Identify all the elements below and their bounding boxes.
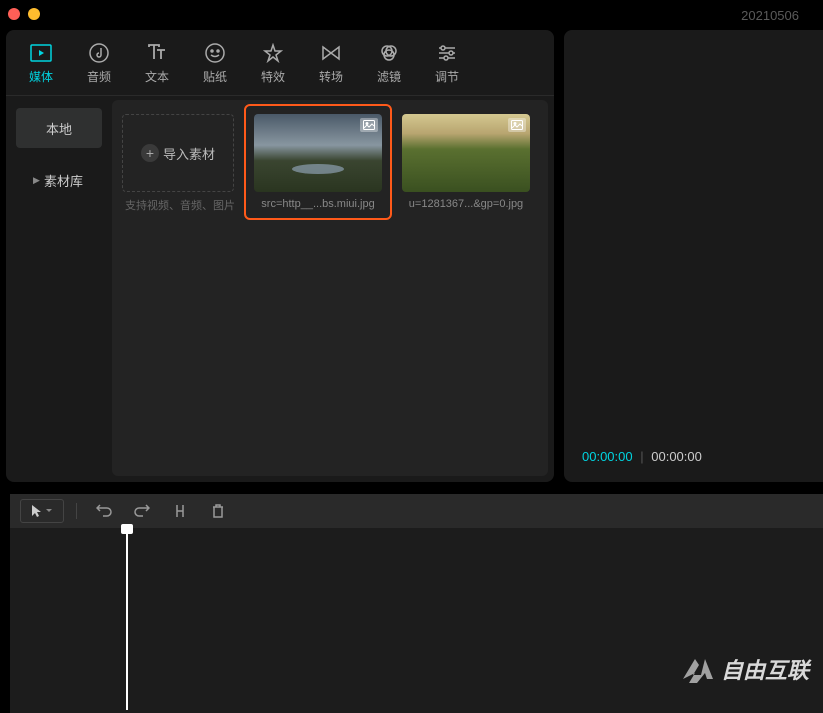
minimize-window-button[interactable] xyxy=(28,8,40,20)
close-window-button[interactable] xyxy=(8,8,20,20)
tab-label: 文本 xyxy=(145,68,169,85)
watermark-text: 自由互联 xyxy=(721,653,809,685)
media-grid: + 导入素材 支持视频、音频、图片 src=http__...bs.miui.j… xyxy=(112,100,548,476)
audio-icon xyxy=(88,42,110,64)
split-button[interactable] xyxy=(165,499,195,523)
sticker-icon xyxy=(204,42,226,64)
sidebar-item-label: 素材库 xyxy=(44,171,83,190)
tab-label: 特效 xyxy=(261,68,285,85)
watermark-icon xyxy=(681,655,715,683)
media-sidebar: 本地 ▶ 素材库 xyxy=(6,96,112,482)
adjust-icon xyxy=(436,42,458,64)
timeline-toolbar xyxy=(10,494,823,528)
sidebar-item-label: 本地 xyxy=(46,119,72,138)
sidebar-item-library[interactable]: ▶ 素材库 xyxy=(16,160,102,200)
tab-label: 转场 xyxy=(319,68,343,85)
chevron-right-icon: ▶ xyxy=(33,175,40,186)
filter-icon xyxy=(378,42,400,64)
timeline-playhead[interactable] xyxy=(126,530,128,710)
tab-label: 调节 xyxy=(435,68,459,85)
trash-icon xyxy=(211,503,225,519)
transition-icon xyxy=(320,42,342,64)
import-hint: 支持视频、音频、图片 xyxy=(125,197,235,213)
media-item[interactable]: src=http__...bs.miui.jpg xyxy=(244,104,392,220)
tab-label: 滤镜 xyxy=(377,68,401,85)
tab-bar: 媒体 音频 文本 贴纸 xyxy=(6,30,554,96)
total-time: 00:00:00 xyxy=(651,449,702,464)
undo-icon xyxy=(96,504,112,518)
tab-adjust[interactable]: 调节 xyxy=(418,38,476,95)
media-item[interactable]: u=1281367...&gp=0.jpg xyxy=(402,114,530,210)
window-controls xyxy=(8,8,40,20)
redo-icon xyxy=(134,504,150,518)
sidebar-item-local[interactable]: 本地 xyxy=(16,108,102,148)
effect-icon xyxy=(262,42,284,64)
import-label: 导入素材 xyxy=(163,144,215,163)
divider xyxy=(76,503,77,519)
delete-button[interactable] xyxy=(203,499,233,523)
image-type-icon xyxy=(360,118,378,132)
cursor-tool-button[interactable] xyxy=(20,499,64,523)
project-date: 20210506 xyxy=(741,8,799,23)
media-thumbnail xyxy=(254,114,382,192)
image-type-icon xyxy=(508,118,526,132)
media-icon xyxy=(30,42,52,64)
tab-text[interactable]: 文本 xyxy=(128,38,186,95)
tab-label: 贴纸 xyxy=(203,68,227,85)
chevron-down-icon xyxy=(45,508,53,514)
media-panel: 媒体 音频 文本 贴纸 xyxy=(6,30,554,482)
import-media-button[interactable]: + 导入素材 支持视频、音频、图片 xyxy=(122,114,234,192)
watermark: 自由互联 xyxy=(681,653,809,685)
current-time: 00:00:00 xyxy=(582,449,633,464)
tab-label: 音频 xyxy=(87,68,111,85)
panel-body: 本地 ▶ 素材库 + 导入素材 支持视频、音频、图片 xyxy=(6,96,554,482)
tab-label: 媒体 xyxy=(29,68,53,85)
preview-timecode: 00:00:00 | 00:00:00 xyxy=(582,449,702,464)
media-filename: src=http__...bs.miui.jpg xyxy=(261,198,374,210)
undo-button[interactable] xyxy=(89,499,119,523)
redo-button[interactable] xyxy=(127,499,157,523)
tab-filter[interactable]: 滤镜 xyxy=(360,38,418,95)
tab-media[interactable]: 媒体 xyxy=(12,38,70,95)
time-separator: | xyxy=(640,449,643,464)
tab-transition[interactable]: 转场 xyxy=(302,38,360,95)
plus-icon: + xyxy=(141,144,159,162)
preview-panel: 00:00:00 | 00:00:00 xyxy=(564,30,823,482)
split-icon xyxy=(173,503,187,519)
media-filename: u=1281367...&gp=0.jpg xyxy=(409,198,523,210)
main-area: 媒体 音频 文本 贴纸 xyxy=(6,30,823,482)
media-thumbnail xyxy=(402,114,530,192)
text-icon xyxy=(146,42,168,64)
tab-effect[interactable]: 特效 xyxy=(244,38,302,95)
tab-sticker[interactable]: 贴纸 xyxy=(186,38,244,95)
tab-audio[interactable]: 音频 xyxy=(70,38,128,95)
